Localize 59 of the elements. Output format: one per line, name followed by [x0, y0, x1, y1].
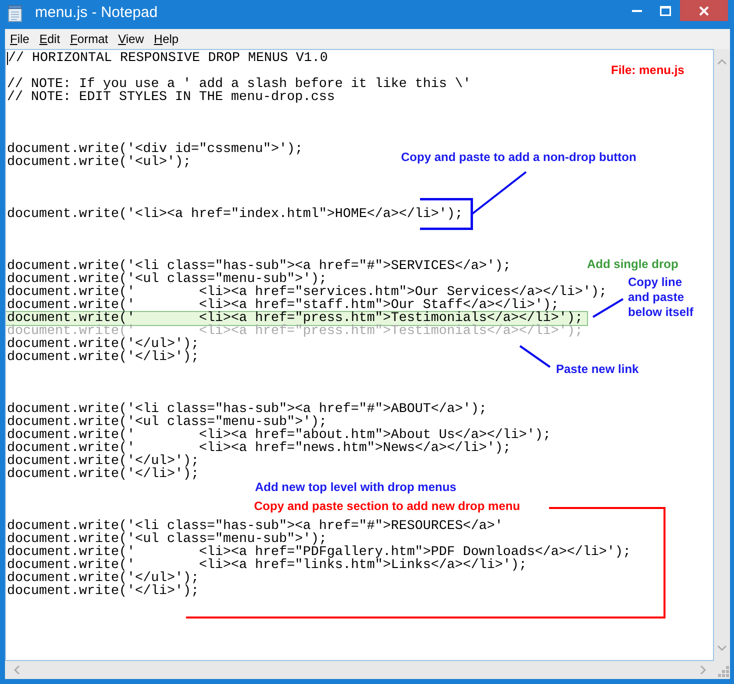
window-title: menu.js - Notepad [35, 3, 158, 22]
code-line: document.write('</ul>'); [7, 572, 199, 585]
code-line: document.write(' <li><a href="services.htm">Our Services</a></li>'); [7, 286, 607, 299]
code-line: document.write(' <li><a href="news.htm">News</a></li>'); [7, 442, 511, 455]
code-comment: // NOTE: EDIT STYLES IN THE menu-drop.css [7, 91, 335, 104]
minimize-icon [632, 10, 642, 12]
notepad-icon [8, 5, 22, 22]
annotation-label: Copy and paste to add a non-drop button [401, 150, 636, 164]
menu-item[interactable]: File [5, 29, 34, 49]
leader-line [519, 345, 551, 368]
code-line: document.write('<li class="has-sub"><a href="#">SERVICES</a>'); [7, 260, 511, 273]
vertical-scrollbar[interactable] [714, 49, 730, 661]
scroll-down-button[interactable] [717, 643, 727, 653]
text-editor[interactable] [5, 49, 714, 661]
code-comment: // HORIZONTAL RESPONSIVE DROP MENUS V1.0 [8, 52, 328, 65]
annotation-label: Paste new link [556, 362, 639, 376]
code-line: document.write(' <li><a href="staff.htm">Our Staff</a></li>'); [7, 299, 559, 312]
annotation-label: Add single drop [587, 257, 678, 271]
chevron-left-icon [14, 665, 20, 675]
code-line: document.write(' <li><a href="PDFgallery.htm">PDF Downloads</a></li>'); [7, 546, 631, 559]
code-line: document.write('</ul>'); [7, 455, 199, 468]
annotation-label: Add new top level with drop menus [255, 480, 456, 494]
chevron-up-icon [717, 59, 727, 65]
code-line: document.write('<ul>'); [7, 156, 191, 169]
leader-line [471, 171, 527, 215]
close-button[interactable] [680, 0, 728, 21]
code-line: document.write('</li>'); [7, 585, 199, 598]
code-line: document.write('</li>'); [7, 351, 199, 364]
menu-item[interactable]: Help [148, 29, 184, 49]
code-comment: // NOTE: If you use a ' add a slash before it like this \' [7, 78, 471, 91]
annotation-label: Copy line and paste below itself [628, 275, 694, 320]
code-line: document.write('<ul class="menu-sub">'); [7, 533, 327, 546]
scroll-right-button[interactable] [698, 665, 708, 675]
close-icon [699, 6, 709, 16]
annotation-label: Copy and paste section to add new drop menu [254, 499, 520, 513]
code-line: document.write('<li class="has-sub"><a href="#">RESOURCES</a>' [7, 520, 503, 533]
code-line: document.write('<li><a href="index.html">HOME</a></li>'); [7, 208, 463, 221]
code-line: document.write('<ul class="menu-sub">'); [7, 416, 327, 429]
code-line: document.write('</ul>'); [7, 338, 199, 351]
code-line: document.write('<ul class="menu-sub">'); [7, 273, 327, 286]
code-line: document.write(' <li><a href="about.htm">About Us</a></li>'); [7, 429, 551, 442]
leader-line [592, 298, 624, 318]
text-cursor [7, 52, 8, 65]
menu-item[interactable]: Edit [34, 29, 66, 49]
horizontal-scrollbar[interactable] [5, 661, 714, 679]
code-line: document.write('</li>'); [7, 468, 199, 481]
chevron-down-icon [717, 645, 727, 651]
menu-item[interactable]: Format [65, 29, 114, 49]
scroll-up-button[interactable] [717, 57, 727, 67]
annotation-label: File: menu.js [611, 63, 684, 77]
scroll-left-button[interactable] [12, 665, 22, 675]
size-grip-icon[interactable] [718, 666, 729, 677]
code-line: document.write('<div id="cssmenu">'); [7, 143, 303, 156]
menu-item[interactable]: View [113, 29, 149, 49]
code-line: document.write(' <li><a href="links.htm">Links</a></li>'); [7, 559, 527, 572]
code-line: document.write('<li class="has-sub"><a href="#">ABOUT</a>'); [7, 403, 487, 416]
maximize-icon [660, 6, 671, 16]
faded-code-line: document.write(' <li><a href="press.htm">Testimonials</a></li>'); [7, 325, 583, 338]
chevron-right-icon [700, 665, 706, 675]
